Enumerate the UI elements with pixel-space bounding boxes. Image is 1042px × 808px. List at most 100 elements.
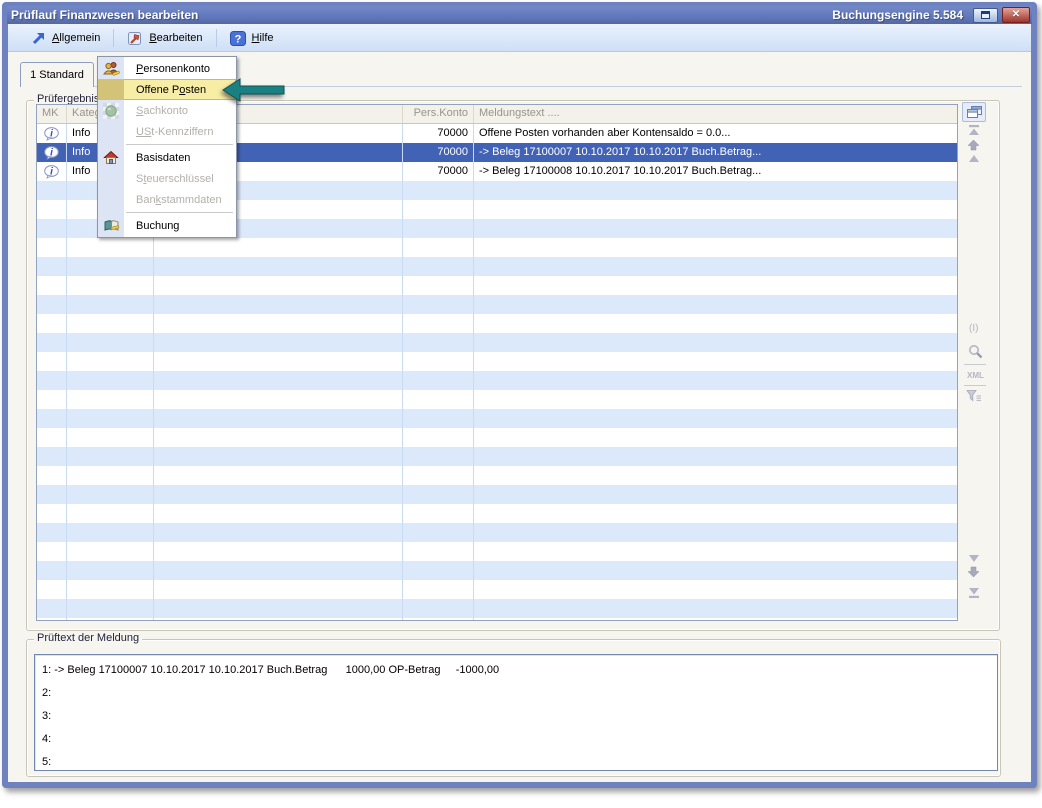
menubar-item-bearbeiten[interactable]: Bearbeiten [118, 29, 211, 48]
copy-icon[interactable] [962, 102, 986, 122]
cell-mk [37, 409, 67, 428]
cell-meldungstext [474, 447, 958, 466]
restore-button[interactable] [973, 8, 998, 23]
window-title: Prüflauf Finanzwesen bearbeiten [11, 8, 198, 22]
table-row[interactable] [37, 371, 957, 390]
house-icon [98, 147, 124, 168]
table-row[interactable] [37, 295, 957, 314]
cell-meldungstext [474, 276, 958, 295]
content: 1 Standard Prüfergebnis MKKategoriePers.… [8, 52, 1031, 782]
table-row[interactable] [37, 523, 957, 542]
toolbar-separator [964, 364, 986, 365]
menu-item-buchung[interactable]: Buchung [98, 215, 236, 236]
menubar-separator [216, 29, 217, 47]
scroll-down-icon[interactable] [968, 554, 980, 563]
restore-icon [981, 11, 990, 19]
xml-icon[interactable]: XML [967, 371, 984, 380]
cell-extra [154, 485, 403, 504]
table-row[interactable] [37, 276, 957, 295]
brackets-icon[interactable]: (I) [969, 323, 978, 334]
table-row[interactable] [37, 599, 957, 618]
table-row[interactable] [37, 466, 957, 485]
cell-perskonto [403, 561, 474, 580]
cell-mk [37, 618, 67, 621]
menu-item-offene-posten[interactable]: Offene Posten [98, 79, 236, 100]
prueftext-line: 4: [35, 728, 997, 751]
table-row[interactable] [37, 580, 957, 599]
cell-meldungstext: -> Beleg 17100007 10.10.2017 10.10.2017 … [474, 143, 958, 162]
column-header-perskonto[interactable]: Pers.Konto [403, 105, 474, 123]
menu-item-personenkonto[interactable]: Personenkonto [98, 58, 236, 79]
search-icon[interactable] [968, 344, 983, 359]
cell-mk [37, 542, 67, 561]
menu-item-label: Steuerschlüssel [124, 173, 214, 185]
cell-kategorie [67, 276, 154, 295]
cell-perskonto [403, 542, 474, 561]
cell-mk [37, 599, 67, 618]
cell-mk [37, 352, 67, 371]
filter-icon[interactable] [966, 389, 982, 402]
scroll-last-icon[interactable] [968, 587, 980, 599]
cell-extra [154, 447, 403, 466]
prueftext-listbox[interactable]: 1: -> Beleg 17100007 10.10.2017 10.10.20… [34, 654, 998, 771]
menu-item-label: Buchung [124, 220, 179, 232]
cell-meldungstext [474, 561, 958, 580]
scroll-first-icon[interactable] [968, 124, 980, 136]
info-icon: i [44, 165, 59, 179]
table-row[interactable] [37, 257, 957, 276]
menu-item-steuerschluessel: Steuerschlüssel [98, 168, 236, 189]
cell-mk [37, 200, 67, 219]
table-row[interactable] [37, 561, 957, 580]
table-row[interactable] [37, 314, 957, 333]
table-row[interactable] [37, 333, 957, 352]
cell-kategorie [67, 561, 154, 580]
table-row[interactable] [37, 542, 957, 561]
table-row[interactable] [37, 352, 957, 371]
prueftext-line: 3: [35, 705, 997, 728]
toolbar-separator [964, 385, 986, 386]
table-row[interactable] [37, 618, 957, 621]
hammer-icon [127, 31, 143, 46]
scroll-prev-icon[interactable] [968, 154, 980, 163]
prueftext-line: 5: [35, 751, 997, 771]
cell-perskonto [403, 257, 474, 276]
table-row[interactable] [37, 485, 957, 504]
table-row[interactable] [37, 504, 957, 523]
table-row[interactable] [37, 428, 957, 447]
window-version: Buchungsengine 5.584 [832, 8, 963, 22]
cell-meldungstext [474, 580, 958, 599]
cell-perskonto [403, 333, 474, 352]
context-menu: PersonenkontoOffene PostenSachkontoUSt-K… [97, 56, 237, 238]
column-header-meldungstext[interactable]: Meldungstext .... [474, 105, 958, 123]
menu-item-bankstammdaten: Bankstammdaten [98, 189, 236, 210]
cell-kategorie [67, 352, 154, 371]
cell-kategorie [67, 466, 154, 485]
menu-item-label: Basisdaten [124, 152, 190, 164]
cell-mk [37, 238, 67, 257]
table-row[interactable] [37, 238, 957, 257]
menu-item-label: Offene Posten [124, 84, 206, 96]
cell-mk [37, 428, 67, 447]
cell-kategorie [67, 618, 154, 621]
menubar-item-hilfe[interactable]: ?Hilfe [221, 29, 283, 48]
prueftext-line: 2: [35, 682, 997, 705]
menubar: Allgemein Bearbeiten ?Hilfe [8, 24, 1031, 52]
table-row[interactable] [37, 447, 957, 466]
cell-perskonto [403, 390, 474, 409]
table-row[interactable] [37, 409, 957, 428]
tab-standard[interactable]: 1 Standard [20, 62, 94, 87]
cell-extra [154, 257, 403, 276]
menubar-item-allgemein[interactable]: Allgemein [22, 29, 109, 47]
cell-kategorie [67, 390, 154, 409]
svg-text:?: ? [234, 33, 241, 45]
cell-perskonto [403, 181, 474, 200]
app-window: Prüflauf Finanzwesen bearbeiten Buchungs… [2, 2, 1037, 788]
annotation-arrow [222, 76, 286, 104]
close-button[interactable]: ✕ [1002, 7, 1030, 23]
scroll-up-icon[interactable] [967, 139, 980, 151]
column-header-mk[interactable]: MK [37, 105, 67, 123]
scroll-next-icon[interactable] [967, 566, 980, 578]
table-row[interactable] [37, 390, 957, 409]
cell-mk: i [37, 143, 67, 162]
menu-item-basisdaten[interactable]: Basisdaten [98, 147, 236, 168]
